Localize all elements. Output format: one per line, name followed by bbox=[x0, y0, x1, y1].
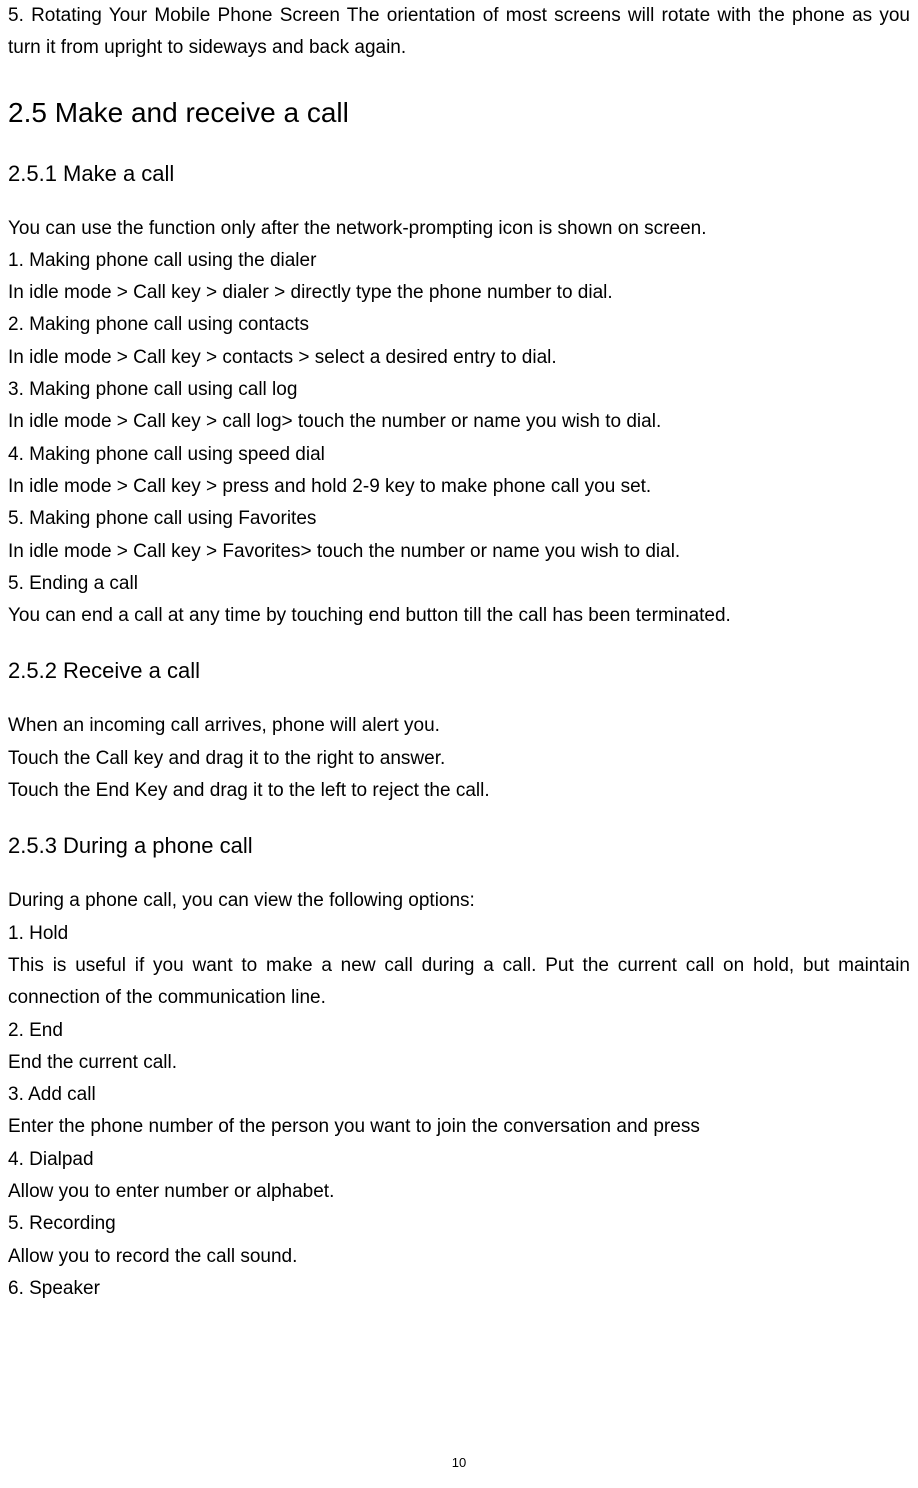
sub3-line-10: Allow you to record the call sound. bbox=[8, 1241, 910, 1273]
sub1-line-1: 1. Making phone call using the dialer bbox=[8, 245, 910, 277]
sub1-line-12: You can end a call at any time by touchi… bbox=[8, 600, 910, 632]
page-content: 5. Rotating Your Mobile Phone Screen The… bbox=[0, 0, 918, 1305]
sub3-line-0: During a phone call, you can view the fo… bbox=[8, 885, 910, 917]
sub3-line-3: 2. End bbox=[8, 1015, 910, 1047]
subsection-heading-2-5-2: 2.5.2 Receive a call bbox=[8, 658, 910, 684]
sub1-line-8: In idle mode > Call key > press and hold… bbox=[8, 471, 910, 503]
subsection-heading-2-5-3: 2.5.3 During a phone call bbox=[8, 833, 910, 859]
sub1-line-10: In idle mode > Call key > Favorites> tou… bbox=[8, 536, 910, 568]
sub3-line-5: 3. Add call bbox=[8, 1079, 910, 1111]
sub1-line-2: In idle mode > Call key > dialer > direc… bbox=[8, 277, 910, 309]
subsection-heading-2-5-1: 2.5.1 Make a call bbox=[8, 161, 910, 187]
sub3-line-11: 6. Speaker bbox=[8, 1273, 910, 1305]
sub3-line-8: Allow you to enter number or alphabet. bbox=[8, 1176, 910, 1208]
sub2-line-0: When an incoming call arrives, phone wil… bbox=[8, 710, 910, 742]
sub3-line-2: This is useful if you want to make a new… bbox=[8, 950, 910, 1015]
sub1-line-6: In idle mode > Call key > call log> touc… bbox=[8, 406, 910, 438]
sub1-line-11: 5. Ending a call bbox=[8, 568, 910, 600]
sub1-line-9: 5. Making phone call using Favorites bbox=[8, 503, 910, 535]
page-number: 10 bbox=[0, 1455, 918, 1470]
sub3-line-1: 1. Hold bbox=[8, 918, 910, 950]
sub1-line-5: 3. Making phone call using call log bbox=[8, 374, 910, 406]
sub3-line-9: 5. Recording bbox=[8, 1208, 910, 1240]
sub3-line-4: End the current call. bbox=[8, 1047, 910, 1079]
sub1-line-4: In idle mode > Call key > contacts > sel… bbox=[8, 342, 910, 374]
intro-paragraph: 5. Rotating Your Mobile Phone Screen The… bbox=[8, 0, 910, 65]
section-heading-2-5: 2.5 Make and receive a call bbox=[8, 97, 910, 129]
sub1-line-7: 4. Making phone call using speed dial bbox=[8, 439, 910, 471]
sub2-line-2: Touch the End Key and drag it to the lef… bbox=[8, 775, 910, 807]
sub3-line-6: Enter the phone number of the person you… bbox=[8, 1111, 910, 1143]
sub3-line-7: 4. Dialpad bbox=[8, 1144, 910, 1176]
sub1-line-3: 2. Making phone call using contacts bbox=[8, 309, 910, 341]
sub1-line-0: You can use the function only after the … bbox=[8, 213, 910, 245]
sub2-line-1: Touch the Call key and drag it to the ri… bbox=[8, 743, 910, 775]
